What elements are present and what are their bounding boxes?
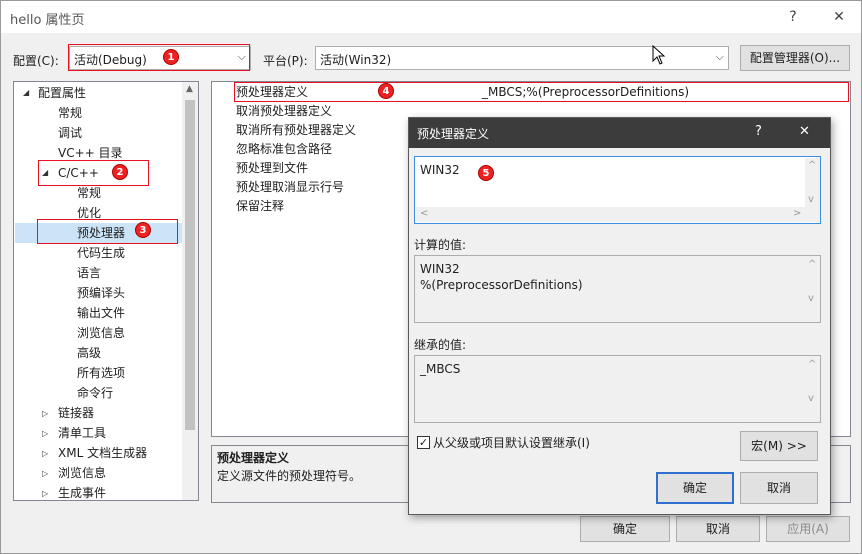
vertical-scrollbar[interactable]: ^ v <box>805 158 820 222</box>
annotation-badge-4: 4 <box>378 83 394 99</box>
scroll-left-icon[interactable]: < <box>420 208 428 219</box>
tree-item-cpp-general[interactable]: 常规 <box>77 183 101 203</box>
tree-item-browse-information[interactable]: 浏览信息 <box>77 323 125 343</box>
tree-item-output-files[interactable]: 输出文件 <box>77 303 125 323</box>
dialog-title-bar: 预处理器定义 ? ✕ <box>409 118 830 148</box>
tree-item-code-generation[interactable]: 代码生成 <box>77 243 125 263</box>
dialog-cancel-button[interactable]: 取消 <box>740 472 818 504</box>
tree-scrollbar[interactable]: ▲ <box>182 82 198 500</box>
dialog-ok-button[interactable]: 确定 <box>656 472 734 504</box>
highlight-box-cpp <box>38 160 149 186</box>
grid-row-preprocess-to-file[interactable]: 预处理到文件 <box>236 159 308 178</box>
property-pages-window: hello 属性页 ? ✕ 配置(C): 活动(Debug) ⌵ 平台(P): … <box>0 0 862 554</box>
inherit-checkbox-label[interactable]: 从父级或项目默认设置继承(I) <box>433 434 590 451</box>
inherited-values-label: 继承的值: <box>414 338 467 352</box>
collapsed-triangle-icon[interactable]: ▷ <box>42 449 48 458</box>
close-icon[interactable]: ✕ <box>827 5 851 29</box>
tree-item-browse-info[interactable]: 浏览信息 <box>58 463 106 483</box>
inherited-values-box: _MBCS ^ v <box>414 355 821 423</box>
tree-item-linker[interactable]: 链接器 <box>58 403 94 423</box>
scroll-up-icon[interactable]: ▲ <box>186 84 193 94</box>
annotation-badge-5: 5 <box>478 165 494 181</box>
close-icon[interactable]: ✕ <box>799 124 810 139</box>
highlight-box-config <box>68 44 250 71</box>
definitions-edit-box[interactable]: WIN32 < > ^ v <box>414 156 821 224</box>
tree-item-debugging[interactable]: 调试 <box>58 123 82 143</box>
horizontal-scrollbar[interactable]: < > <box>416 207 805 222</box>
scroll-up-icon[interactable]: ^ <box>808 160 816 171</box>
inherited-value-text: _MBCS <box>420 362 461 376</box>
config-label: 配置(C): <box>13 54 59 68</box>
inherit-checkbox[interactable]: ✓ <box>417 436 430 449</box>
scroll-up-icon[interactable]: ^ <box>808 359 816 370</box>
config-manager-button[interactable]: 配置管理器(O)... <box>740 45 850 71</box>
description-title: 预处理器定义 <box>217 451 290 465</box>
vertical-scrollbar[interactable]: ^ v <box>805 257 820 321</box>
annotation-badge-1: 1 <box>163 49 179 65</box>
grid-row-suppress-line-numbers[interactable]: 预处理取消显示行号 <box>236 178 344 197</box>
tree-item-command-line[interactable]: 命令行 <box>77 383 113 403</box>
help-icon[interactable]: ? <box>755 124 762 139</box>
tree-item-general[interactable]: 常规 <box>58 103 82 123</box>
description-text: 定义源文件的预处理符号。 <box>217 469 362 483</box>
computed-values-label: 计算的值: <box>414 238 467 252</box>
computed-line-2: %(PreprocessorDefinitions) <box>420 278 583 292</box>
definitions-edit-text[interactable]: WIN32 <box>420 162 460 178</box>
macros-button[interactable]: 宏(M) >> <box>740 431 818 461</box>
cancel-button[interactable]: 取消 <box>676 516 760 542</box>
platform-label: 平台(P): <box>263 54 308 68</box>
title-bar: hello 属性页 ? ✕ <box>1 1 861 33</box>
scroll-down-icon[interactable]: v <box>808 393 814 404</box>
scrollbar-thumb[interactable] <box>185 100 195 430</box>
preprocessor-definitions-dialog: 预处理器定义 ? ✕ WIN32 < > ^ v 5 计算的值: WIN32 %… <box>408 117 831 515</box>
scroll-down-icon[interactable]: v <box>808 293 814 304</box>
collapsed-triangle-icon[interactable]: ▷ <box>42 469 48 478</box>
platform-value: 活动(Win32) <box>320 53 392 67</box>
scroll-down-icon[interactable]: v <box>808 194 814 205</box>
tree-item-build-events[interactable]: 生成事件 <box>58 483 106 500</box>
annotation-badge-2: 2 <box>112 164 128 180</box>
platform-dropdown[interactable]: 活动(Win32) ⌵ <box>315 46 729 70</box>
tree-item-all-options[interactable]: 所有选项 <box>77 363 125 383</box>
window-title: hello 属性页 <box>10 13 85 28</box>
scroll-up-icon[interactable]: ^ <box>808 259 816 270</box>
property-tree: ◢ 配置属性 常规 调试 VC++ 目录 ◢ C/C++ 常规 优化 预处理器 … <box>13 81 199 501</box>
tree-item-precompiled-headers[interactable]: 预编译头 <box>77 283 125 303</box>
grid-row-undefine[interactable]: 取消预处理器定义 <box>236 102 332 121</box>
mouse-cursor-icon <box>652 45 666 65</box>
chevron-down-icon: ⌵ <box>715 50 724 63</box>
grid-row-ignore-std-include[interactable]: 忽略标准包含路径 <box>236 140 332 159</box>
dialog-title: 预处理器定义 <box>417 127 490 141</box>
help-icon[interactable]: ? <box>781 5 805 29</box>
tree-item-config-properties[interactable]: 配置属性 <box>38 83 86 103</box>
vertical-scrollbar[interactable]: ^ v <box>805 357 820 421</box>
tree-item-language[interactable]: 语言 <box>77 263 101 283</box>
ok-button[interactable]: 确定 <box>580 516 670 542</box>
tree-item-advanced[interactable]: 高级 <box>77 343 101 363</box>
grid-row-keep-comments[interactable]: 保留注释 <box>236 197 284 216</box>
computed-values-box: WIN32 %(PreprocessorDefinitions) ^ v <box>414 255 821 323</box>
grid-row-undefine-all[interactable]: 取消所有预处理器定义 <box>236 121 356 140</box>
apply-button[interactable]: 应用(A) <box>766 516 850 542</box>
tree-item-manifest-tool[interactable]: 清单工具 <box>58 423 106 443</box>
tree-item-xml-doc-generator[interactable]: XML 文档生成器 <box>58 443 147 463</box>
annotation-badge-3: 3 <box>135 222 151 238</box>
computed-line-1: WIN32 <box>420 262 460 276</box>
collapsed-triangle-icon[interactable]: ▷ <box>42 489 48 498</box>
expanded-triangle-icon[interactable]: ◢ <box>23 88 29 97</box>
collapsed-triangle-icon[interactable]: ▷ <box>42 409 48 418</box>
scroll-right-icon[interactable]: > <box>793 208 801 219</box>
highlight-box-definitions-row <box>234 82 849 102</box>
highlight-box-preprocessor <box>37 219 178 244</box>
collapsed-triangle-icon[interactable]: ▷ <box>42 429 48 438</box>
